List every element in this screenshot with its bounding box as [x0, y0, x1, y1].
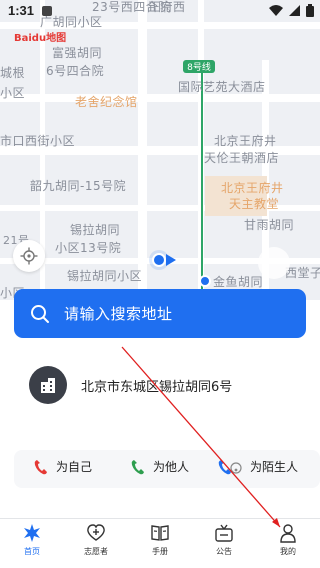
nav-volunteer-label: 志愿者	[84, 547, 108, 556]
map-label: 金鱼胡同	[213, 275, 264, 289]
signal-icon	[289, 5, 300, 16]
crosshair-icon	[20, 247, 38, 265]
address-text: 北京市东城区锡拉胡同6号	[81, 379, 233, 395]
map-label: 北京王府井	[221, 181, 284, 195]
status-bar: 1:31	[0, 0, 320, 22]
nav-home-label: 首页	[24, 547, 40, 556]
map-label: 甘雨胡同	[244, 218, 295, 232]
map-label: 富强胡同	[52, 46, 103, 60]
map-label: 老舍纪念馆	[75, 95, 138, 109]
map-label: 西堂子	[285, 266, 320, 280]
status-indicators	[269, 4, 314, 17]
call-for-stranger-label: 为陌生人	[250, 460, 299, 474]
map-label: 6号四合院	[46, 64, 105, 78]
location-direction-icon	[166, 254, 176, 266]
map-avatar-chip[interactable]	[258, 247, 290, 279]
user-location-marker	[152, 253, 166, 267]
nav-profile-label: 我的	[280, 547, 296, 556]
baidu-map-logo-text: Baidu地图	[14, 33, 67, 44]
map-label: 锡拉胡同小区	[67, 269, 143, 283]
map-label: 小区13号院	[55, 241, 122, 255]
notification-icon	[42, 6, 52, 16]
phone-icon	[34, 459, 47, 474]
phone-wifi-icon	[218, 459, 242, 474]
call-for-self-button[interactable]: 为自己	[34, 458, 92, 475]
map-label: 国际艺苑大酒店	[178, 80, 266, 94]
heart-plus-icon	[87, 524, 105, 541]
map-label: 小区	[0, 86, 26, 100]
battery-icon	[306, 4, 314, 17]
nav-announcement-label: 公告	[216, 547, 232, 556]
building-icon	[29, 366, 67, 404]
map-label: 天主教堂	[229, 197, 280, 211]
call-for-others-label: 为他人	[153, 460, 190, 474]
call-for-stranger-button[interactable]: 为陌生人	[218, 458, 298, 475]
user-icon	[280, 524, 296, 543]
home-medical-icon	[24, 524, 40, 542]
search-icon	[31, 304, 49, 323]
map-label: 市口西街小区	[0, 134, 76, 148]
nav-profile[interactable]: 我的	[256, 523, 320, 557]
map-label: 锡拉胡同	[70, 223, 121, 237]
search-placeholder: 请输入搜索地址	[64, 305, 173, 323]
map-label: 北京王府井	[214, 134, 277, 148]
call-for-others-button[interactable]: 为他人	[131, 458, 189, 475]
announcement-icon	[215, 524, 233, 542]
status-time: 1:31	[8, 3, 35, 18]
map-label: 韶九胡同-15号院	[30, 179, 127, 193]
wifi-icon	[269, 5, 283, 16]
locate-button[interactable]	[13, 240, 45, 272]
search-bar[interactable]: 请输入搜索地址	[14, 289, 306, 338]
phone-icon	[131, 459, 144, 474]
bottom-navigation: 首页 志愿者 手册 公告 我的	[0, 518, 320, 568]
emergency-call-panel: 为自己 为他人 为陌生人	[14, 450, 320, 488]
map-label: 天伦王朝酒店	[204, 151, 280, 165]
metro-station-icon	[199, 275, 211, 287]
nav-home[interactable]: 首页	[0, 523, 64, 557]
nav-volunteer[interactable]: 志愿者	[64, 523, 128, 557]
metro-line	[201, 60, 203, 300]
call-for-self-label: 为自己	[56, 460, 93, 474]
map-view[interactable]: 8号线 23号西四合院 正府西 广胡同小区 富强胡同 6号四合院 城根 小区 老…	[0, 0, 320, 300]
current-address[interactable]: 北京市东城区锡拉胡同6号	[29, 366, 232, 404]
metro-line-badge: 8号线	[183, 60, 215, 73]
baidu-map-logo: Baidu地图	[14, 29, 66, 44]
book-icon	[151, 525, 169, 541]
screen: 8号线 23号西四合院 正府西 广胡同小区 富强胡同 6号四合院 城根 小区 老…	[0, 0, 320, 568]
nav-manual[interactable]: 手册	[128, 523, 192, 557]
nav-manual-label: 手册	[152, 547, 168, 556]
nav-announcement[interactable]: 公告	[192, 523, 256, 557]
map-label: 城根	[0, 66, 26, 80]
